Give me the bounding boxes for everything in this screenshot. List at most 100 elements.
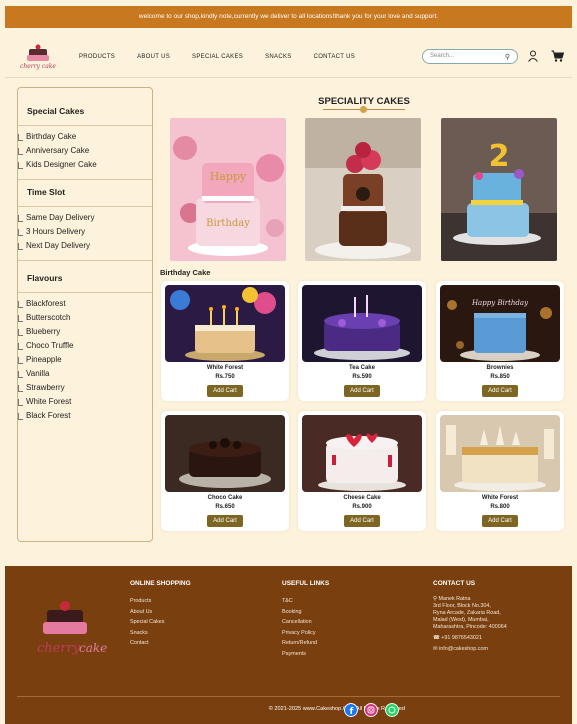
product-name: White Forest — [206, 365, 244, 371]
nav-snacks[interactable]: SNACKS — [265, 54, 291, 60]
user-icon[interactable] — [527, 50, 539, 62]
add-cart-button[interactable]: Add Cart — [344, 515, 380, 527]
whatsapp-icon[interactable] — [385, 703, 399, 717]
svg-text:cake: cake — [79, 641, 107, 655]
svg-text:Happy: Happy — [210, 170, 247, 183]
sidebar-item-pineapple[interactable]: Pineapple — [18, 353, 152, 367]
add-cart-button[interactable]: Add Cart — [207, 515, 243, 527]
nav-contact-us[interactable]: CONTACT US — [314, 54, 355, 60]
site-header: cherry cake PRODUCTS ABOUT US SPECIAL CA… — [5, 28, 572, 78]
sidebar-item-butterscotch[interactable]: Butterscotch — [18, 311, 152, 325]
svg-text:Birthday: Birthday — [206, 218, 250, 229]
product-card: Happy Birthday Brownies Rs.850 Add Cart — [436, 281, 564, 401]
footer-link-products[interactable]: Products — [130, 596, 191, 607]
svg-text:f: f — [350, 707, 354, 717]
sidebar-item-next-day[interactable]: Next Day Delivery — [18, 239, 152, 253]
nav-special-cakes[interactable]: SPECIAL CAKES — [192, 54, 243, 60]
footer-useful-links: USEFUL LINKS T&C Booking Cancellation Pr… — [282, 580, 329, 659]
product-name: Tea Cake — [349, 365, 375, 371]
footer-heading: CONTACT US — [433, 580, 476, 587]
footer-link-special-cakes[interactable]: Special Cakes — [130, 617, 191, 628]
speciality-cake-image-happy-birthday[interactable]: Happy Birthday — [170, 118, 286, 261]
birthday-cake-section-title: Birthday Cake — [160, 268, 211, 277]
sidebar-item-choco-truffle[interactable]: Choco Truffle — [18, 339, 152, 353]
nav-about-us[interactable]: ABOUT US — [137, 54, 170, 60]
footer-link-payments[interactable]: Payments — [282, 649, 329, 660]
product-name: Choco Cake — [207, 495, 243, 501]
cherry-cake-logo[interactable]: cherry cake — [20, 42, 56, 70]
sidebar-item-vanilla[interactable]: Vanilla — [18, 367, 152, 381]
sidebar-item-same-day[interactable]: Same Day Delivery — [18, 211, 152, 225]
product-image-brownies[interactable]: Happy Birthday — [440, 285, 560, 362]
product-image-white-forest[interactable] — [165, 285, 285, 362]
contact-phone: ☎ +91 9876543021 — [433, 635, 507, 642]
contact-name-text: Manek Ratna — [438, 596, 471, 602]
footer-divider — [17, 696, 560, 697]
contact-address-line: Malad (West), Mumbai, — [433, 617, 489, 623]
svg-text:Happy Birthday: Happy Birthday — [471, 299, 529, 307]
add-cart-button[interactable]: Add Cart — [482, 515, 518, 527]
add-cart-button[interactable]: Add Cart — [207, 385, 243, 397]
mail-icon: ✉ — [433, 646, 438, 652]
product-image-choco-cake[interactable] — [165, 415, 285, 492]
nav-products[interactable]: PRODUCTS — [79, 54, 115, 60]
footer-link-cancellation[interactable]: Cancellation — [282, 617, 329, 628]
product-image-tea-cake[interactable] — [302, 285, 422, 362]
search-placeholder: Search... — [430, 53, 455, 59]
cart-icon[interactable] — [551, 50, 564, 62]
divider — [18, 292, 152, 293]
footer-contact: CONTACT US ⚲ Manek Ratna 3rd Floor, Bloc… — [433, 580, 507, 653]
product-price: Rs.750 — [215, 374, 235, 380]
footer-link-return-refund[interactable]: Return/Refund — [282, 638, 329, 649]
location-pin-icon: ⚲ — [433, 596, 437, 602]
product-price: Rs.800 — [490, 504, 510, 510]
sidebar-item-white-forest[interactable]: White Forest — [18, 395, 152, 409]
contact-email-text[interactable]: info@cakeshop.com — [439, 646, 488, 652]
title-ornament-icon — [360, 106, 367, 113]
svg-text:cherry: cherry — [37, 641, 81, 656]
footer-link-snacks[interactable]: Snacks — [130, 628, 191, 639]
contact-address-line: Maharashtra, Pincode: 400064 — [433, 624, 507, 630]
add-cart-button[interactable]: Add Cart — [482, 385, 518, 397]
product-card: Cheese Cake Rs.900 Add Cart — [298, 411, 426, 531]
svg-text:cherry cake: cherry cake — [20, 63, 56, 70]
sidebar-item-3-hours[interactable]: 3 Hours Delivery — [18, 225, 152, 239]
search-input[interactable]: Search... ⚲ — [422, 49, 518, 64]
sidebar-item-anniversary-cake[interactable]: Anniversary Cake — [18, 144, 152, 158]
footer-link-contact[interactable]: Contact — [130, 638, 191, 649]
contact-phone-text[interactable]: +91 9876543021 — [441, 635, 482, 641]
instagram-icon[interactable] — [364, 703, 378, 717]
product-card: Choco Cake Rs.650 Add Cart — [161, 411, 289, 531]
footer-link-about-us[interactable]: About Us — [130, 607, 191, 618]
divider — [18, 125, 152, 126]
product-price: Rs.850 — [490, 374, 510, 380]
speciality-cake-image-number-two[interactable]: 2 — [441, 118, 557, 261]
sidebar-item-black-forest[interactable]: Black Forest — [18, 409, 152, 423]
site-footer: cherry cake ONLINE SHOPPING Products Abo… — [5, 566, 572, 724]
sidebar-heading-special-cakes: Special Cakes — [27, 106, 85, 116]
product-name: Brownies — [486, 365, 514, 371]
footer-link-booking[interactable]: Booking — [282, 607, 329, 618]
footer-link-terms[interactable]: T&C — [282, 596, 329, 607]
product-name: Cheese Cake — [343, 495, 381, 501]
footer-link-privacy-policy[interactable]: Privacy Policy — [282, 628, 329, 639]
speciality-cake-image-rose-cake[interactable] — [305, 118, 421, 261]
contact-email: ✉ info@cakeshop.com — [433, 646, 507, 653]
search-icon[interactable]: ⚲ — [505, 51, 510, 64]
divider — [18, 172, 152, 180]
phone-icon: ☎ — [433, 635, 440, 641]
divider — [18, 206, 152, 207]
sidebar-item-strawberry[interactable]: Strawberry — [18, 381, 152, 395]
product-image-cheese-cake[interactable] — [302, 415, 422, 492]
sidebar-item-blueberry[interactable]: Blueberry — [18, 325, 152, 339]
sidebar-item-birthday-cake[interactable]: Birthday Cake — [18, 130, 152, 144]
sidebar-heading-flavours: Flavours — [27, 273, 63, 283]
facebook-icon[interactable]: f — [344, 703, 358, 717]
product-image-white-forest-2[interactable] — [440, 415, 560, 492]
add-cart-button[interactable]: Add Cart — [344, 385, 380, 397]
footer-online-shopping: ONLINE SHOPPING Products About Us Specia… — [130, 580, 191, 649]
sidebar-item-kids-designer-cake[interactable]: Kids Designer Cake — [18, 158, 152, 172]
product-price: Rs.650 — [215, 504, 235, 510]
sidebar-item-blackforest[interactable]: Blackforest — [18, 297, 152, 311]
product-card: White Forest Rs.800 Add Cart — [436, 411, 564, 531]
